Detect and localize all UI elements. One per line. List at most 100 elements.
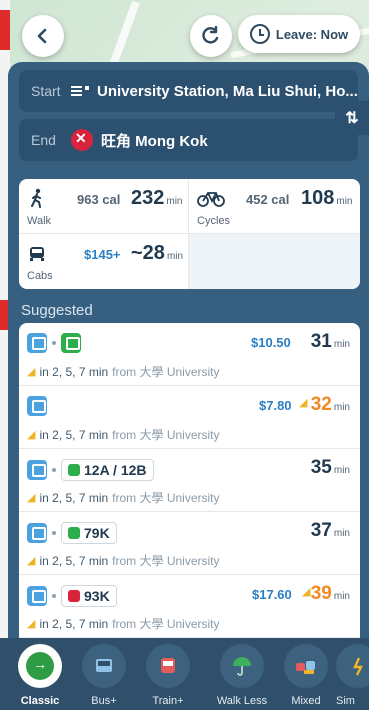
- separator-dot: [52, 341, 56, 345]
- mixed-icon: [296, 661, 315, 674]
- mode-empty-cell: [189, 234, 360, 289]
- metro-icon: [27, 333, 47, 353]
- mode-duration: ~28 min: [131, 242, 184, 264]
- trip-panel: Start University Station, Ma Liu Shui, H…: [8, 62, 369, 640]
- calories: 963 cal: [77, 192, 121, 207]
- suggested-heading: Suggested: [21, 302, 93, 319]
- end-value: 旺角 Mong Kok: [101, 132, 208, 150]
- route-price: $17.60: [252, 587, 292, 602]
- mode-cycles[interactable]: Cycles 452 cal 108 min: [189, 179, 360, 234]
- bottom-tab-bar: Classic Bus+ Train+ Walk Less: [0, 638, 369, 710]
- bus-icon: [68, 464, 80, 476]
- station-icon: [71, 86, 89, 96]
- realtime-icon: ◢: [302, 586, 311, 598]
- metro-icon: [27, 460, 47, 480]
- bus-icon: [68, 527, 80, 539]
- mode-duration: 232 min: [131, 187, 183, 209]
- route-frequency: ◢ in 2, 5, 7 min from 大學 University: [27, 364, 220, 380]
- bus-route-chip: 79K: [61, 522, 117, 544]
- route-item[interactable]: $10.50 31 min ◢ in 2, 5, 7 min from 大學 Un…: [19, 323, 360, 386]
- bus-route-chip: 93K: [61, 585, 117, 607]
- umbrella-icon: [233, 657, 251, 676]
- route-frequency: ◢ in 2, 5, 7 min from 大學 University: [27, 616, 220, 632]
- metro-icon: [27, 586, 47, 606]
- classic-icon: [26, 652, 54, 680]
- end-label: End: [31, 132, 56, 148]
- tab-mixed[interactable]: Mixed: [276, 644, 336, 707]
- clock-icon: [249, 24, 270, 44]
- start-label: Start: [31, 83, 61, 99]
- tab-bus-plus[interactable]: Bus+: [74, 644, 134, 707]
- separator-dot: [52, 531, 56, 535]
- bus-route-chip: 12A / 12B: [61, 459, 154, 481]
- start-value: University Station, Ma Liu Shui, Ho...: [97, 82, 358, 100]
- tab-label: Walk Less: [216, 695, 268, 707]
- chevron-left-icon: [37, 28, 47, 44]
- refresh-icon: [202, 26, 219, 44]
- mode-name: Walk: [27, 215, 52, 227]
- realtime-icon: ◢: [299, 397, 308, 409]
- route-item[interactable]: 93K $17.60 ◢ 39 min ◢ in 2, 5, 7 min from…: [19, 575, 360, 638]
- mode-duration: 108 min: [301, 187, 353, 209]
- mode-cabs[interactable]: Cabs $145+ ~28 min: [19, 234, 189, 289]
- route-item[interactable]: 79K 37 min ◢ in 2, 5, 7 min from 大學 Unive…: [19, 512, 360, 575]
- refresh-button[interactable]: [190, 15, 232, 57]
- realtime-icon: ◢: [27, 492, 36, 504]
- walk-icon: [31, 188, 41, 208]
- bus-icon: [68, 590, 80, 602]
- route-item[interactable]: $7.80 ◢ 32 min ◢ in 2, 5, 7 min from 大學 U…: [19, 386, 360, 449]
- route-legs: [27, 333, 81, 353]
- separator-dot: [52, 594, 56, 598]
- tab-train-plus[interactable]: Train+: [138, 644, 198, 707]
- leave-label: Leave: Now: [275, 26, 349, 42]
- route-legs: 12A / 12B: [27, 459, 154, 481]
- tab-label: Bus+: [91, 695, 117, 707]
- route-item[interactable]: 12A / 12B 35 min ◢ in 2, 5, 7 min from 大學…: [19, 449, 360, 512]
- bicycle-icon: [197, 192, 225, 207]
- taxi-icon: [30, 247, 44, 261]
- route-duration: 35 min: [310, 457, 350, 478]
- tab-label: Sim: [336, 695, 355, 707]
- route-price: $10.50: [251, 335, 291, 350]
- calories: 452 cal: [246, 192, 290, 207]
- back-button[interactable]: [22, 15, 64, 57]
- bus-icon: [96, 659, 112, 672]
- tab-simple[interactable]: Sim: [336, 644, 369, 707]
- mtr-logo-icon: [71, 129, 93, 151]
- route-legs: [27, 396, 47, 416]
- mode-grid: Walk 963 cal 232 min Cycles 452 cal 108 mi…: [19, 179, 360, 289]
- realtime-icon: ◢: [27, 555, 36, 567]
- route-frequency: ◢ in 2, 5, 7 min from 大學 University: [27, 427, 220, 443]
- simple-icon: [353, 657, 363, 676]
- tab-label: Mixed: [291, 695, 321, 707]
- mode-walk[interactable]: Walk 963 cal 232 min: [19, 179, 189, 234]
- tab-label: Classic: [20, 695, 60, 707]
- route-price: $7.80: [259, 398, 292, 413]
- metro-icon: [27, 523, 47, 543]
- end-field[interactable]: End 旺角 Mong Kok: [19, 119, 358, 161]
- realtime-icon: ◢: [27, 366, 36, 378]
- start-field[interactable]: Start University Station, Ma Liu Shui, H…: [19, 70, 358, 112]
- route-duration: 37 min: [310, 520, 350, 541]
- swap-arrows-icon: ⇅: [345, 110, 359, 127]
- route-duration: 32 min: [310, 394, 350, 415]
- separator-dot: [52, 468, 56, 472]
- route-frequency: ◢ in 2, 5, 7 min from 大學 University: [27, 553, 220, 569]
- route-frequency: ◢ in 2, 5, 7 min from 大學 University: [27, 490, 220, 506]
- mode-name: Cycles: [197, 215, 231, 227]
- route-legs: 93K: [27, 585, 117, 607]
- cab-price: $145+: [84, 247, 121, 262]
- realtime-icon: ◢: [27, 429, 36, 441]
- route-duration: 31 min: [310, 331, 350, 352]
- mode-name: Cabs: [27, 270, 53, 282]
- route-legs: 79K: [27, 522, 117, 544]
- tab-label: Train+: [152, 695, 184, 707]
- tab-walk-less[interactable]: Walk Less: [212, 644, 272, 707]
- route-duration: 39 min: [310, 583, 350, 604]
- swap-button[interactable]: ⇅: [335, 101, 369, 135]
- realtime-icon: ◢: [27, 618, 36, 630]
- leave-now-button[interactable]: Leave: Now: [238, 15, 360, 53]
- tab-classic[interactable]: Classic: [10, 644, 70, 707]
- minibus-icon: [61, 333, 81, 353]
- metro-icon: [27, 396, 47, 416]
